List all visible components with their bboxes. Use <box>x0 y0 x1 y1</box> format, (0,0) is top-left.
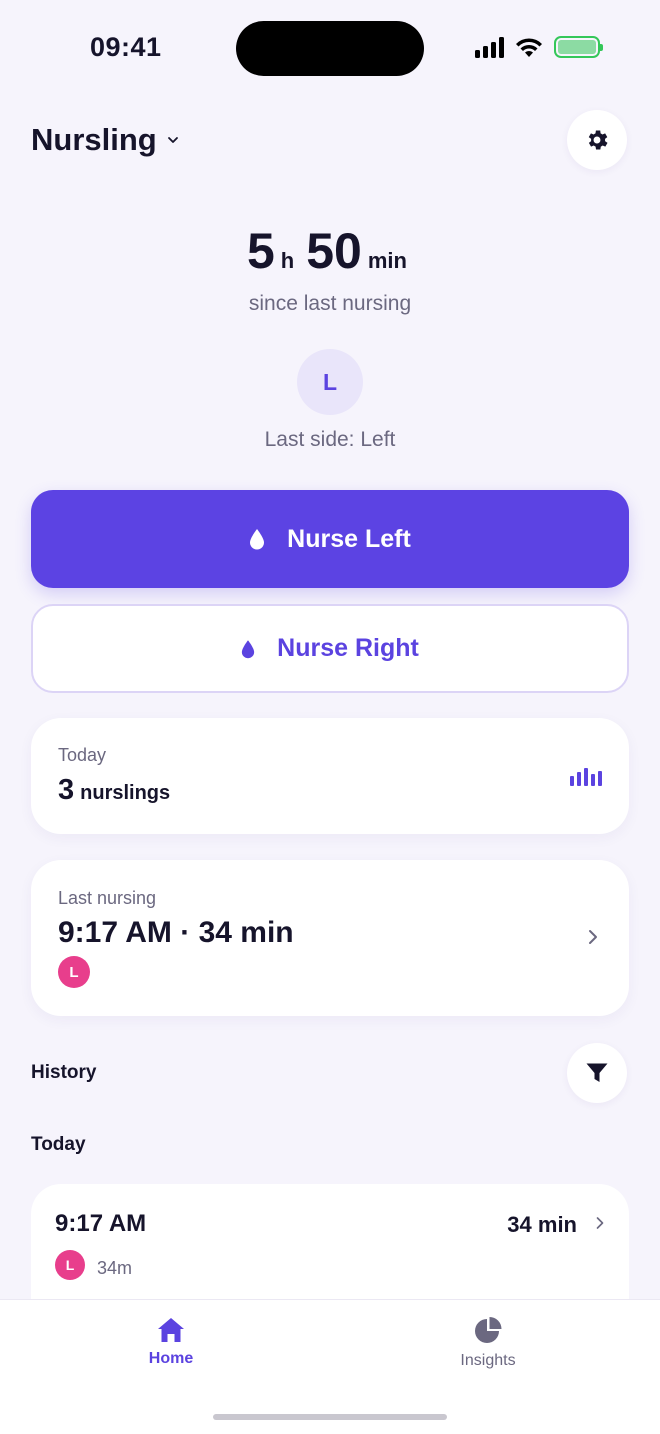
drop-icon <box>250 529 265 550</box>
last-side-badge: L <box>297 349 363 415</box>
today-count-value: 3 <box>58 774 75 806</box>
minutes-value: 50 <box>306 223 362 279</box>
minutes-unit: min <box>367 248 407 273</box>
timer-caption: since last nursing <box>248 292 412 315</box>
side-left-badge: L <box>55 1250 85 1280</box>
history-group-label: Today <box>31 1134 86 1155</box>
tab-home[interactable]: Home <box>111 1316 231 1368</box>
status-time: 09:41 <box>90 32 162 62</box>
tab-insights-label: Insights <box>460 1352 516 1369</box>
dynamic-island <box>236 21 424 76</box>
profile-switcher[interactable]: Nursling <box>31 122 179 158</box>
wifi-icon <box>516 38 542 57</box>
entry-time: 9:17 AM <box>55 1210 147 1237</box>
nurse-left-label: Nurse Left <box>287 524 411 553</box>
entry-side-duration: 34m <box>97 1258 133 1278</box>
nurse-right-button[interactable]: Nurse Right <box>31 604 629 693</box>
chevron-right-icon <box>596 1217 604 1229</box>
today-count: 3 nurslings <box>58 774 170 807</box>
battery-icon <box>554 36 603 58</box>
drop-icon <box>242 639 255 658</box>
nurse-left-button[interactable]: Nurse Left <box>31 490 629 588</box>
gear-icon <box>588 130 608 150</box>
hours-unit: h <box>280 248 295 273</box>
page-title: Nursling <box>31 122 157 157</box>
history-title: History <box>31 1062 97 1083</box>
app-header: Nursling <box>31 110 627 170</box>
filter-icon <box>586 1063 608 1082</box>
hours-value: 5 <box>246 223 275 279</box>
last-nursing-label: Last nursing <box>58 888 157 908</box>
status-icons <box>475 36 603 58</box>
home-icon <box>158 1318 184 1342</box>
entry-duration: 34 min <box>507 1212 577 1237</box>
nurse-right-label: Nurse Right <box>277 634 419 662</box>
cellular-signal-icon <box>475 36 504 58</box>
chevron-right-icon <box>589 930 597 944</box>
chevron-down-icon <box>167 137 178 143</box>
pie-chart-icon <box>475 1317 502 1343</box>
today-summary-card[interactable]: Today 3 nurslings <box>31 718 629 834</box>
side-left-badge: L <box>58 956 90 988</box>
status-bar: 09:41 <box>0 0 660 96</box>
home-indicator <box>213 1414 447 1420</box>
last-nursing-card[interactable]: Last nursing 9:17 AM · 34 min L <box>31 860 629 1016</box>
today-label: Today <box>58 745 107 765</box>
last-nursing-summary: 9:17 AM · 34 min <box>58 916 294 949</box>
last-side-label: Last side: Left <box>264 428 396 451</box>
tab-bar: Home Insights <box>0 1299 660 1434</box>
time-since-last-nursing: 5 h 50 min since last nursing <box>0 222 660 316</box>
bar-chart-icon <box>570 768 602 786</box>
settings-button[interactable] <box>567 110 627 170</box>
tab-home-label: Home <box>148 1350 194 1367</box>
filter-button[interactable] <box>567 1043 627 1103</box>
tab-insights[interactable]: Insights <box>428 1316 548 1370</box>
today-count-unit: nurslings <box>80 782 171 804</box>
